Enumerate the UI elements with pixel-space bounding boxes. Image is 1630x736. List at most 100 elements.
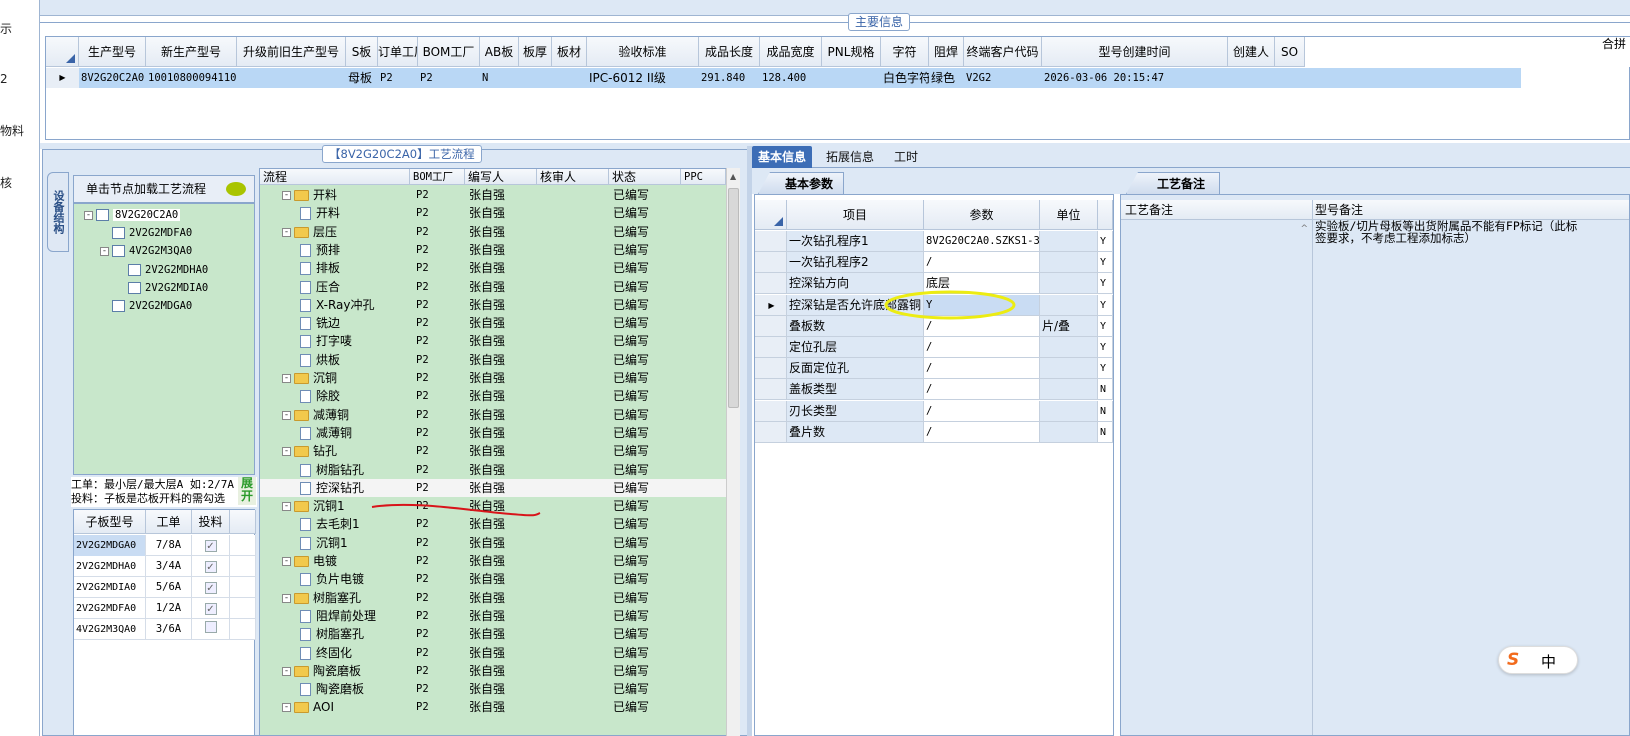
sub-board-order[interactable]: 7/8A xyxy=(146,535,192,556)
flow-row[interactable]: 开料 P2 张自强 已编写 xyxy=(260,204,726,222)
flow-row[interactable]: 压合 P2 张自强 已编写 xyxy=(260,278,726,296)
sub-board-order[interactable]: 5/6A xyxy=(146,577,192,598)
v-splitter[interactable] xyxy=(747,146,752,736)
col-header[interactable]: S板 xyxy=(346,37,378,67)
table-cell[interactable]: 8V2G20C2A0 xyxy=(81,68,146,88)
param-flag[interactable]: Y xyxy=(1098,273,1113,295)
table-row[interactable]: 4V2G2M3QA0 3/6A xyxy=(74,619,256,640)
table-row[interactable]: 2V2G2MDFA0 1/2A ✓ xyxy=(74,598,256,619)
col-header[interactable]: 创建人 xyxy=(1228,37,1275,67)
table-cell[interactable]: N xyxy=(482,68,519,88)
feed-checkbox[interactable]: ✓ xyxy=(204,561,217,573)
param-value[interactable]: / xyxy=(924,379,1040,401)
col-header[interactable]: 单位 xyxy=(1040,200,1098,230)
table-cell[interactable]: 291.840 xyxy=(701,68,760,88)
table-cell[interactable]: P2 xyxy=(420,68,480,88)
col-header[interactable]: PPC xyxy=(681,169,726,185)
flow-row[interactable]: 烘板 P2 张自强 已编写 xyxy=(260,351,726,369)
param-row[interactable]: 叠片数 / N xyxy=(755,421,1113,443)
feed-cell[interactable]: ✓ xyxy=(192,556,230,577)
table-cell[interactable]: IPC-6012 II级 xyxy=(589,68,699,88)
feed-checkbox[interactable]: ✓ xyxy=(204,603,217,615)
tab-extended-info[interactable]: 拓展信息 xyxy=(820,146,880,168)
table-cell[interactable] xyxy=(554,68,587,88)
flow-row[interactable]: 预排 P2 张自强 已编写 xyxy=(260,241,726,259)
tree-node[interactable]: - 4V2G2M3QA0 xyxy=(100,245,192,258)
col-header[interactable]: AB板 xyxy=(480,37,519,67)
param-flag[interactable]: N xyxy=(1098,400,1113,422)
table-cell[interactable]: 128.400 xyxy=(762,68,822,88)
col-header[interactable]: PNL规格 xyxy=(822,37,881,67)
expand-button[interactable]: 展开 xyxy=(238,477,256,505)
subtab-basic-params[interactable]: 基本参数 xyxy=(758,172,845,194)
col-header[interactable]: 升级前旧生产型号 xyxy=(237,37,346,67)
param-row[interactable]: 刃长类型 / N xyxy=(755,400,1113,422)
flow-scrollbar[interactable]: ▲ xyxy=(726,168,740,736)
collapse-toggle-icon[interactable]: - xyxy=(282,410,291,420)
col-header[interactable]: SO xyxy=(1275,37,1305,67)
tree-node[interactable]: 2V2G2MDGA0 xyxy=(100,300,192,312)
param-value[interactable]: / xyxy=(924,358,1040,380)
left-nav-item[interactable]: 核 xyxy=(0,174,12,191)
scroll-up-icon[interactable]: ^ xyxy=(1300,224,1308,234)
sub-board-order[interactable]: 3/6A xyxy=(146,619,192,640)
table-cell[interactable] xyxy=(824,68,881,88)
table-cell[interactable] xyxy=(521,68,552,88)
col-header[interactable]: 状态 xyxy=(609,169,681,185)
collapse-toggle-icon[interactable]: - xyxy=(84,210,93,220)
col-header[interactable]: 项目 xyxy=(787,200,924,230)
param-row[interactable]: 一次钻孔程序2/ Y xyxy=(755,252,1113,274)
param-value[interactable]: 8V2G20C2A0.SZKS1-3T xyxy=(924,231,1040,252)
col-header[interactable]: 工艺备注 xyxy=(1121,200,1313,220)
sub-board-order[interactable]: 3/4A xyxy=(146,556,192,577)
feed-checkbox[interactable]: ✓ xyxy=(204,582,217,594)
col-header[interactable]: 订单工厂 xyxy=(378,37,418,67)
ime-indicator[interactable]: S 中 xyxy=(1498,646,1578,674)
param-row[interactable]: 一次钻孔程序1 8V2G20C2A0.SZKS1-3T Y xyxy=(755,231,1113,252)
collapse-toggle-icon[interactable]: - xyxy=(282,502,291,512)
col-header[interactable]: 成品宽度 xyxy=(760,37,822,67)
scroll-thumb[interactable] xyxy=(728,188,739,408)
left-nav-item[interactable]: 示 xyxy=(0,20,12,37)
collapse-toggle-icon[interactable]: - xyxy=(282,557,291,566)
tree-node[interactable]: - 8V2G20C2A0 xyxy=(84,209,181,221)
col-header[interactable]: 型号备注 xyxy=(1313,200,1629,220)
col-header[interactable]: 板厚 xyxy=(519,37,552,67)
collapse-toggle-icon[interactable]: - xyxy=(100,246,109,256)
tree-node[interactable]: 2V2G2MDHA0 xyxy=(116,263,208,276)
param-value[interactable]: / xyxy=(924,337,1040,358)
col-header[interactable]: 新生产型号 xyxy=(146,37,237,67)
flow-row[interactable]: 阻焊前处理 P2 张自强 已编写 xyxy=(260,607,726,625)
table-cell[interactable]: P2 xyxy=(380,68,418,88)
table-cell[interactable]: V2G2 xyxy=(966,68,1042,88)
speech-bubble-icon[interactable] xyxy=(226,182,246,196)
flow-row[interactable]: 铣边 P2 张自强 已编写 xyxy=(260,314,726,332)
col-header[interactable]: 核审人 xyxy=(537,169,609,185)
collapse-toggle-icon[interactable]: - xyxy=(282,593,291,603)
table-row[interactable]: ▶ 8V2G20C2A0 10010800094110 母板 P2 P2 N IPC-601… xyxy=(46,68,1521,88)
param-flag[interactable]: Y xyxy=(1098,358,1113,380)
table-cell[interactable] xyxy=(239,68,346,88)
col-header[interactable]: 编写人 xyxy=(465,169,537,185)
table-cell[interactable] xyxy=(1277,68,1305,88)
table-row[interactable]: 2V2G2MDHA0 3/4A ✓ xyxy=(74,556,256,577)
param-value[interactable]: / xyxy=(924,252,1040,274)
tree-node[interactable]: 2V2G2MDFA0 xyxy=(100,227,192,240)
table-row[interactable]: 2V2G2MDIA0 5/6A ✓ xyxy=(74,577,256,598)
col-header[interactable]: 成品长度 xyxy=(699,37,760,67)
process-note-text[interactable]: ^ xyxy=(1121,220,1313,735)
flow-row[interactable]: 树脂钻孔 P2 张自强 已编写 xyxy=(260,461,726,479)
grid-corner[interactable] xyxy=(755,200,787,230)
col-header[interactable]: BOM工厂 xyxy=(418,37,480,67)
flow-row[interactable]: X-Ray冲孔 P2 张自强 已编写 xyxy=(260,296,726,314)
collapse-toggle-icon[interactable]: - xyxy=(282,703,291,713)
sub-board-order[interactable]: 1/2A xyxy=(146,598,192,619)
param-flag[interactable]: N xyxy=(1098,421,1113,443)
col-header[interactable]: 阻焊 xyxy=(929,37,964,67)
col-header[interactable]: 流程 xyxy=(260,169,410,185)
feed-cell[interactable]: ✓ xyxy=(192,577,230,598)
collapse-toggle-icon[interactable]: - xyxy=(282,191,291,200)
col-header[interactable]: 板材 xyxy=(552,37,587,67)
col-header[interactable]: 型号创建时间 xyxy=(1042,37,1228,67)
param-row[interactable]: 反面定位孔 / Y xyxy=(755,358,1113,380)
